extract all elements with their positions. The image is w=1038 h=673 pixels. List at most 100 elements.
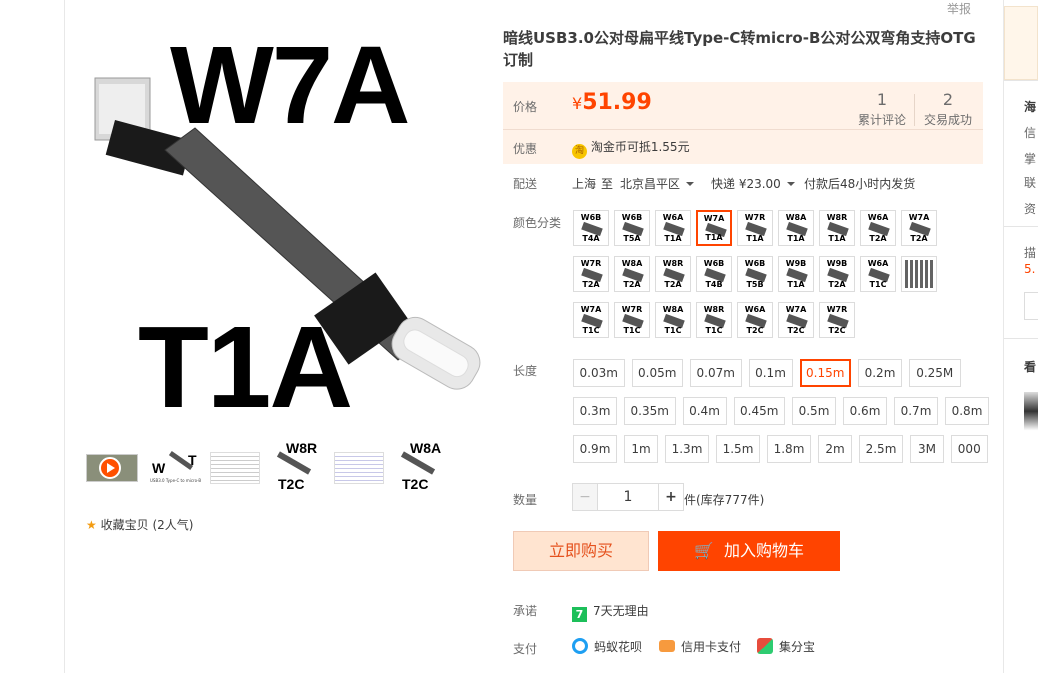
side-item-2: 掌: [1024, 152, 1037, 166]
color-option-top: W8A: [785, 213, 807, 222]
color-option[interactable]: W7R T1A: [737, 210, 773, 246]
side-product-thumb[interactable]: [1024, 392, 1038, 456]
pay-jifenbao[interactable]: 集分宝: [757, 638, 815, 655]
thumb-table-1[interactable]: [210, 450, 272, 486]
length-option[interactable]: 0.2m: [858, 359, 902, 387]
color-option-top: W8A: [662, 305, 684, 314]
pay-huabei[interactable]: 蚂蚁花呗: [572, 638, 642, 655]
promise-item[interactable]: 7 7天无理由: [572, 602, 649, 622]
qty-plus-button[interactable]: +: [658, 483, 684, 511]
color-option-bottom: T1C: [664, 326, 682, 335]
length-option[interactable]: 000: [951, 435, 988, 463]
color-option-top: W6B: [580, 213, 602, 222]
color-option[interactable]: W6A T2A: [860, 210, 896, 246]
qty-input[interactable]: 1: [598, 483, 658, 511]
color-option[interactable]: W9B T2A: [819, 256, 855, 292]
report-link[interactable]: 举报: [947, 0, 971, 17]
color-option[interactable]: W7A T2C: [778, 302, 814, 338]
length-option[interactable]: 3M: [910, 435, 944, 463]
color-option-top: W8R: [826, 213, 848, 222]
delivery-to-word: 至: [601, 177, 614, 191]
color-option[interactable]: W8A T1A: [778, 210, 814, 246]
length-option[interactable]: 0.35m: [624, 397, 676, 425]
color-option[interactable]: [901, 256, 937, 292]
thumb-table-2[interactable]: [334, 450, 396, 486]
length-option[interactable]: 2m: [818, 435, 852, 463]
length-option[interactable]: 0.9m: [573, 435, 617, 463]
color-option[interactable]: W6B T4B: [696, 256, 732, 292]
color-option-top: W6A: [662, 213, 684, 222]
color-option[interactable]: W6B T4A: [573, 210, 609, 246]
thumb-w8r-bottom: T2C: [278, 476, 305, 492]
length-option[interactable]: 0.7m: [894, 397, 938, 425]
color-option-bottom: T1A: [664, 234, 682, 243]
color-option[interactable]: W8R T1A: [819, 210, 855, 246]
length-option[interactable]: 0.4m: [682, 397, 727, 425]
length-option[interactable]: 1m: [624, 435, 658, 463]
length-option[interactable]: 0.1m: [748, 359, 793, 387]
thumb-video[interactable]: [86, 450, 148, 486]
color-option[interactable]: W7R T2A: [573, 256, 609, 292]
color-option[interactable]: W7R T2C: [819, 302, 855, 338]
color-option[interactable]: W8A T1C: [655, 302, 691, 338]
length-option[interactable]: 0.07m: [690, 359, 742, 387]
length-option[interactable]: 2.5m: [859, 435, 903, 463]
star-icon: ★: [86, 518, 97, 532]
length-option[interactable]: 0.5m: [792, 397, 836, 425]
color-option[interactable]: W9B T1A: [778, 256, 814, 292]
color-option[interactable]: W8A T2A: [614, 256, 650, 292]
length-option[interactable]: 1.3m: [665, 435, 709, 463]
favorite-button[interactable]: ★ 收藏宝贝 (2人气): [86, 516, 193, 533]
length-option[interactable]: 0.8m: [945, 397, 989, 425]
color-option-top: W7A: [580, 305, 602, 314]
color-option[interactable]: W7A T1A: [696, 210, 732, 246]
color-option-bottom: T2A: [869, 234, 887, 243]
color-option-top: W7A: [703, 214, 725, 223]
color-option[interactable]: W6B T5A: [614, 210, 650, 246]
color-option-bottom: T2C: [746, 326, 764, 335]
color-option-top: W6A: [744, 305, 766, 314]
color-option-top: W9B: [826, 259, 848, 268]
color-option[interactable]: W8R T1C: [696, 302, 732, 338]
shipping-select[interactable]: 快递 ¥23.00: [711, 175, 795, 192]
favorite-label: 收藏宝贝: [100, 518, 149, 532]
thumb-wt-top: W: [152, 460, 166, 476]
buy-now-button[interactable]: 立即购买: [513, 531, 649, 571]
length-option[interactable]: 1.8m: [767, 435, 811, 463]
length-option[interactable]: 0.03m: [573, 359, 625, 387]
color-option-top: W8R: [662, 259, 684, 268]
color-option-bottom: T1A: [705, 233, 723, 242]
color-option-top: W6A: [867, 213, 889, 222]
pay-credit-card[interactable]: 信用卡支付: [659, 638, 741, 655]
qty-minus-button[interactable]: −: [572, 483, 598, 511]
color-option[interactable]: W6A T1A: [655, 210, 691, 246]
main-product-image[interactable]: W7A T1A: [80, 20, 490, 430]
promo-label: 优惠: [513, 142, 538, 156]
delivery-destination-select[interactable]: 北京昌平区: [620, 175, 695, 192]
promo-info: 淘 淘金币可抵1.55元: [572, 138, 690, 159]
length-option[interactable]: 1.5m: [716, 435, 760, 463]
currency-symbol: ¥: [572, 94, 583, 113]
thumb-w8r[interactable]: W8R T2C: [272, 440, 334, 492]
color-option[interactable]: W8R T2A: [655, 256, 691, 292]
length-label: 长度: [513, 364, 538, 378]
length-option[interactable]: 0.3m: [573, 397, 617, 425]
color-option[interactable]: W7A T2A: [901, 210, 937, 246]
color-option[interactable]: W6B T5B: [737, 256, 773, 292]
color-option-bottom: T2A: [664, 280, 682, 289]
length-option[interactable]: 0.25M: [909, 359, 961, 387]
color-option[interactable]: W7R T1C: [614, 302, 650, 338]
color-option[interactable]: W7A T1C: [573, 302, 609, 338]
length-option[interactable]: 0.05m: [631, 359, 683, 387]
thumb-w8a[interactable]: W8A T2C: [396, 440, 458, 492]
color-option[interactable]: W6A T1C: [860, 256, 896, 292]
thumb-wt[interactable]: W T USB3.0 Type-C to micro-B: [148, 450, 210, 486]
length-option[interactable]: 0.45m: [733, 397, 785, 425]
reviews-stat[interactable]: 1 累计评论: [852, 90, 912, 128]
side-button[interactable]: [1024, 292, 1038, 320]
length-option[interactable]: 0.6m: [843, 397, 887, 425]
delivery-from: 上海: [572, 177, 597, 191]
length-option[interactable]: 0.15m: [799, 359, 851, 387]
color-option[interactable]: W6A T2C: [737, 302, 773, 338]
add-to-cart-button[interactable]: 🛒 加入购物车: [658, 531, 840, 571]
